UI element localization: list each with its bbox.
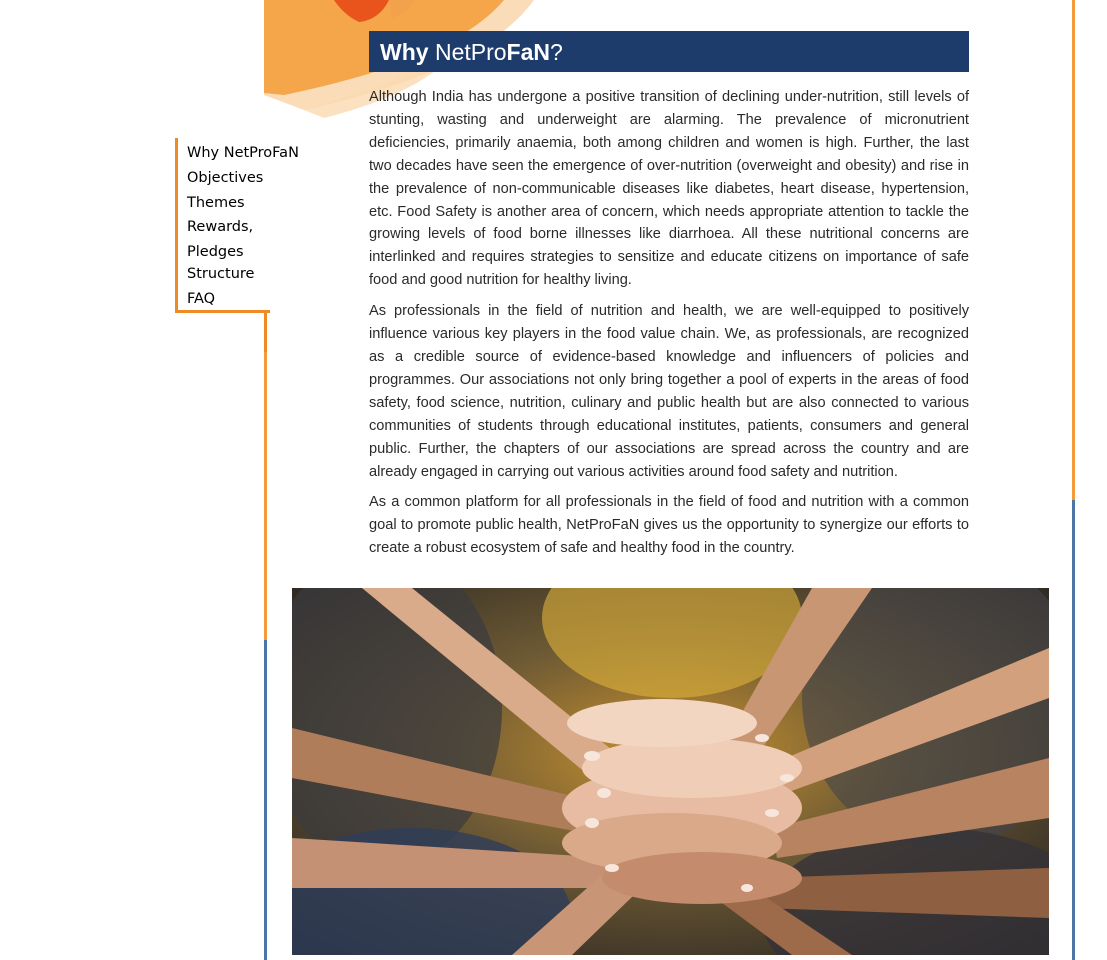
frame-line-left-orange bbox=[264, 310, 267, 640]
title-netpro: NetPro bbox=[434, 39, 507, 65]
article-body: Although India has undergone a positive … bbox=[369, 86, 969, 568]
nav-item-objectives[interactable]: Objectives bbox=[187, 169, 263, 187]
nav-item-rewards[interactable]: Rewards, bbox=[187, 218, 253, 236]
page-title: Why NetProFaN? bbox=[380, 37, 563, 67]
title-fan: FaN bbox=[506, 39, 550, 65]
hands-illustration bbox=[292, 588, 1049, 955]
paragraph: As professionals in the field of nutriti… bbox=[369, 303, 969, 480]
nav-item-themes[interactable]: Themes bbox=[187, 194, 245, 212]
title-question-mark: ? bbox=[550, 39, 563, 65]
nav-item-why-netprofan[interactable]: Why NetProFaN bbox=[187, 144, 299, 162]
section-title-bar: Why NetProFaN? bbox=[369, 31, 969, 72]
paragraph: Although India has undergone a positive … bbox=[369, 89, 969, 289]
nav-connector-line bbox=[264, 310, 267, 352]
nav-item-pledges[interactable]: Pledges bbox=[187, 243, 244, 261]
frame-line-right-blue bbox=[1072, 500, 1075, 960]
side-nav: Why NetProFaN Objectives Themes Rewards,… bbox=[175, 138, 299, 313]
frame-line-left-blue bbox=[264, 640, 267, 960]
nav-item-faq[interactable]: FAQ bbox=[187, 290, 215, 308]
frame-line-right-orange bbox=[1072, 0, 1075, 500]
stacked-hands-photo bbox=[292, 588, 1049, 955]
paragraph: As a common platform for all professiona… bbox=[369, 494, 969, 557]
nav-item-structure[interactable]: Structure bbox=[187, 265, 254, 283]
title-why: Why bbox=[380, 39, 429, 65]
